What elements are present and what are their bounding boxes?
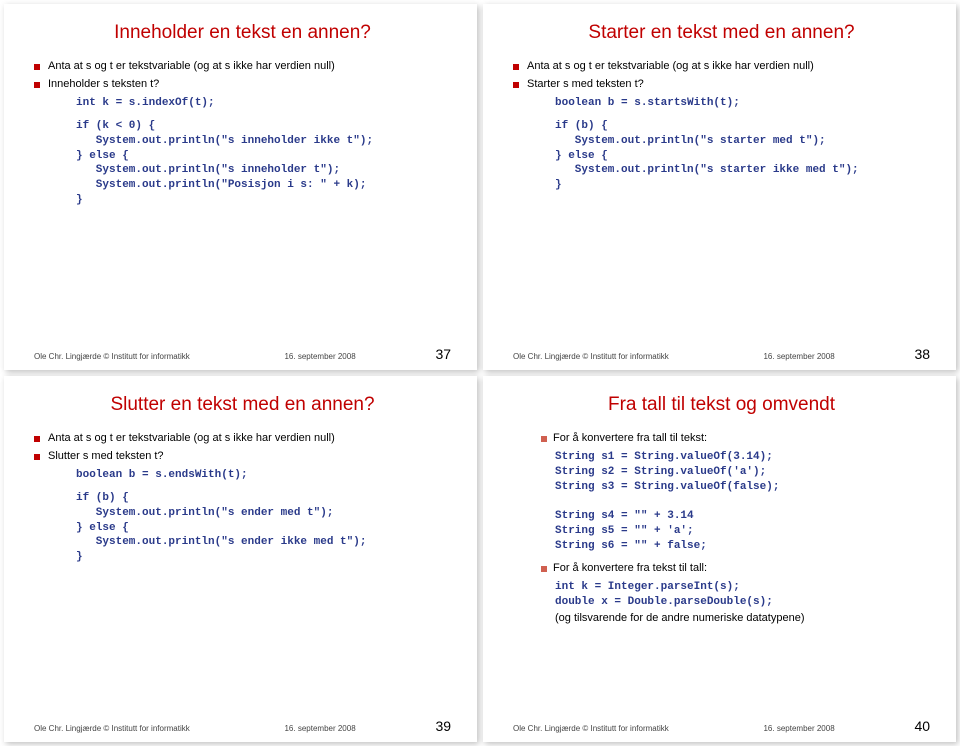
code-block: String s1 = String.valueOf(3.14); String…	[555, 450, 930, 554]
slide-content: Anta at s og t er tekstvariable (og at s…	[513, 60, 930, 340]
code-block: int k = s.indexOf(t);	[76, 96, 451, 111]
bullet: For å konvertere fra tall til tekst:	[541, 432, 930, 444]
code-block: int k = Integer.parseInt(s); double x = …	[555, 580, 930, 610]
footer-date: 16. september 2008	[225, 352, 416, 361]
bullet: Anta at s og t er tekstvariable (og at s…	[34, 432, 451, 444]
bullet: Anta at s og t er tekstvariable (og at s…	[34, 60, 451, 72]
slide-number: 38	[914, 346, 930, 362]
bullet: Anta at s og t er tekstvariable (og at s…	[513, 60, 930, 72]
code-block: if (b) { System.out.println("s starter m…	[555, 119, 930, 193]
slide-40: Fra tall til tekst og omvendt For å konv…	[483, 376, 956, 742]
slide-number: 39	[435, 718, 451, 734]
slide-number: 37	[435, 346, 451, 362]
slide-number: 40	[914, 718, 930, 734]
slide-content: For å konvertere fra tall til tekst: Str…	[513, 432, 930, 712]
code-block: boolean b = s.startsWith(t);	[555, 96, 930, 111]
footer-date: 16. september 2008	[225, 724, 416, 733]
slide-footer: Ole Chr. Lingjærde © Institutt for infor…	[34, 712, 451, 734]
slide-39: Slutter en tekst med en annen? Anta at s…	[4, 376, 477, 742]
paren-note: (og tilsvarende for de andre numeriske d…	[555, 612, 930, 624]
code-block: if (k < 0) { System.out.println("s inneh…	[76, 119, 451, 208]
bullet: For å konvertere fra tekst til tall:	[541, 562, 930, 574]
bullet: Slutter s med teksten t?	[34, 450, 451, 462]
slide-footer: Ole Chr. Lingjærde © Institutt for infor…	[34, 340, 451, 362]
slide-38: Starter en tekst med en annen? Anta at s…	[483, 4, 956, 370]
code-block: boolean b = s.endsWith(t);	[76, 468, 451, 483]
footer-author: Ole Chr. Lingjærde © Institutt for infor…	[513, 724, 704, 733]
footer-date: 16. september 2008	[704, 352, 895, 361]
footer-author: Ole Chr. Lingjærde © Institutt for infor…	[34, 352, 225, 361]
footer-author: Ole Chr. Lingjærde © Institutt for infor…	[513, 352, 704, 361]
slide-title: Inneholder en tekst en annen?	[34, 22, 451, 44]
footer-author: Ole Chr. Lingjærde © Institutt for infor…	[34, 724, 225, 733]
slide-title: Starter en tekst med en annen?	[513, 22, 930, 44]
slide-title: Fra tall til tekst og omvendt	[513, 394, 930, 416]
slide-title: Slutter en tekst med en annen?	[34, 394, 451, 416]
footer-date: 16. september 2008	[704, 724, 895, 733]
code-block: if (b) { System.out.println("s ender med…	[76, 491, 451, 565]
slide-footer: Ole Chr. Lingjærde © Institutt for infor…	[513, 340, 930, 362]
bullet: Inneholder s teksten t?	[34, 78, 451, 90]
bullet: Starter s med teksten t?	[513, 78, 930, 90]
slide-37: Inneholder en tekst en annen? Anta at s …	[4, 4, 477, 370]
slide-footer: Ole Chr. Lingjærde © Institutt for infor…	[513, 712, 930, 734]
slide-content: Anta at s og t er tekstvariable (og at s…	[34, 432, 451, 712]
slide-content: Anta at s og t er tekstvariable (og at s…	[34, 60, 451, 340]
